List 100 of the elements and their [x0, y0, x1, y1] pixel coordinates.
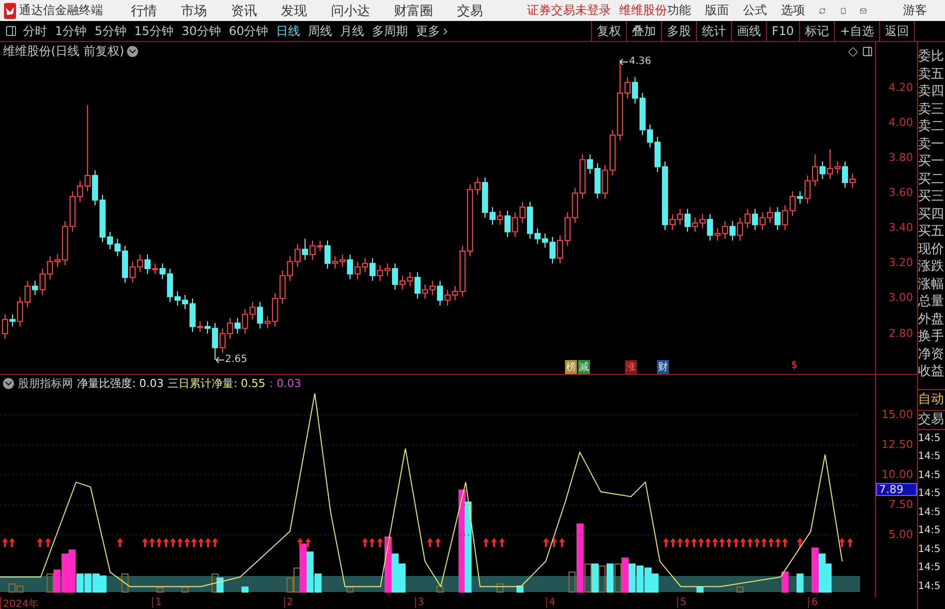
candlestick: [684, 208, 690, 232]
period-tab[interactable]: 1分钟: [55, 22, 87, 40]
quote-field-label: 换手: [918, 328, 945, 346]
candlestick: [842, 160, 848, 188]
candlestick: [730, 220, 736, 241]
menu-item[interactable]: 行情: [131, 2, 157, 20]
panel-toggle-icon[interactable]: [5, 25, 17, 37]
y-axis-label: 7.50: [888, 498, 913, 512]
legend-text: : 0.03: [269, 377, 302, 390]
event-marker[interactable]: $: [790, 360, 798, 371]
period-tab[interactable]: 60分钟: [228, 22, 268, 40]
menu-item[interactable]: 市场: [181, 2, 207, 20]
arrow-left-icon: [620, 58, 628, 64]
x-axis-label: 4: [546, 597, 556, 608]
quote-field-label: 买四: [918, 206, 945, 223]
diamond-icon[interactable]: [848, 47, 858, 57]
menu-item[interactable]: 发现: [281, 2, 307, 20]
y-axis-label: 5.00: [888, 528, 913, 542]
candlestick: [324, 240, 330, 270]
period-tab[interactable]: 多周期: [372, 22, 408, 40]
chart-title: 维维股份(日线 前复权): [3, 43, 124, 60]
period-tab[interactable]: 5分钟: [94, 22, 126, 40]
y-axis-label: 3.60: [888, 186, 913, 200]
candlestick: [437, 280, 443, 306]
y-axis-label: 3.40: [888, 221, 913, 236]
low-price-label: 2.65: [225, 354, 248, 365]
candlestick: [152, 262, 158, 274]
candlestick: [392, 262, 398, 290]
trade-time: 14:5: [918, 506, 942, 520]
quote-field-label: 涨跌: [918, 258, 945, 276]
trade-label: 交易: [918, 410, 945, 430]
y-axis-label: 12.50: [882, 438, 913, 452]
quote-field-label: 卖五: [918, 66, 945, 83]
chevron-down-icon[interactable]: [127, 46, 138, 57]
trade-time: 14:5: [918, 450, 942, 464]
trade-time: 14:5: [918, 487, 942, 501]
stock-name: 维维股份: [619, 2, 667, 19]
candlestick: [370, 258, 376, 282]
y-axis-label: 4.20: [888, 80, 913, 95]
menu-item[interactable]: 问小达: [331, 2, 370, 20]
period-tab[interactable]: 日线: [276, 22, 300, 40]
menu-item[interactable]: 公式: [743, 2, 767, 19]
period-tab[interactable]: 月线: [340, 22, 364, 40]
menu-item[interactable]: 交易: [457, 2, 483, 20]
candlestick: [302, 238, 308, 260]
y-axis-label: 3.00: [888, 291, 913, 306]
menu-item[interactable]: 选项: [781, 2, 805, 19]
quote-field-label: 净资: [918, 346, 945, 363]
menu-item[interactable]: 资讯: [231, 2, 257, 20]
quote-field-label: 卖一: [918, 136, 945, 153]
trade-time: 14:5: [918, 432, 942, 446]
trade-time: 14:5: [918, 561, 942, 575]
menu-item[interactable]: 财富圈: [394, 2, 433, 20]
candlestick: [504, 210, 510, 238]
menu-item[interactable]: 功能: [667, 2, 691, 19]
y-axis-label: 10.00: [882, 468, 913, 482]
candlestick: [144, 254, 150, 274]
legend-text: 三日累计净量: 0.55: [168, 376, 266, 391]
quote-field-label: 卖三: [918, 100, 945, 118]
period-tab[interactable]: 分时: [23, 22, 47, 40]
login-status[interactable]: 证券交易未登录: [527, 2, 611, 19]
quote-field-label: 买二: [918, 170, 945, 188]
panel-toggle-icon[interactable]: [862, 46, 873, 57]
quote-field-label: 买三: [918, 188, 945, 206]
event-marker[interactable]: 涨: [625, 360, 637, 374]
app-logo-icon: [4, 2, 16, 18]
legend-text: 净量比强度: 0.03: [77, 376, 164, 391]
arrow-left-icon: [216, 356, 224, 362]
quote-field-label: 买五: [918, 223, 945, 240]
candlestick: [10, 314, 16, 328]
event-marker[interactable]: 财: [657, 360, 669, 374]
x-axis-label: 3: [414, 597, 424, 608]
quote-field-label: 卖二: [918, 118, 945, 136]
event-marker[interactable]: 减: [578, 360, 590, 374]
auto-trade-label[interactable]: 自动: [918, 390, 945, 410]
quote-field-label: 收益: [918, 363, 945, 380]
candlestick: [197, 320, 203, 332]
more-menu[interactable]: 更多: [416, 22, 440, 40]
candlestick: [347, 254, 353, 280]
y-axis-label: 4.00: [888, 116, 913, 130]
quote-field-label: 现价: [918, 240, 945, 258]
y-axis-label: 3.80: [888, 150, 913, 165]
trade-time: 14:5: [918, 542, 942, 556]
period-tab[interactable]: 15分钟: [134, 22, 174, 40]
chevron-down-icon[interactable]: [3, 378, 14, 389]
candlestick: [32, 280, 38, 296]
x-axis-label: 1: [152, 597, 162, 608]
candlestick: [234, 317, 240, 334]
candlestick: [497, 210, 503, 226]
user-name[interactable]: 游客: [903, 2, 928, 19]
candlestick: [752, 208, 758, 230]
quote-field-label: 委比: [918, 48, 945, 66]
candlestick: [797, 190, 803, 204]
period-tab[interactable]: 30分钟: [182, 22, 221, 40]
period-tab[interactable]: 周线: [308, 22, 332, 40]
current-value-label: 7.89: [876, 483, 917, 496]
quote-field-label: 涨幅: [918, 276, 945, 293]
x-axis-year-label: 2024年: [0, 597, 38, 609]
trade-time: 14:5: [918, 468, 942, 482]
menu-item[interactable]: 版面: [705, 2, 729, 19]
